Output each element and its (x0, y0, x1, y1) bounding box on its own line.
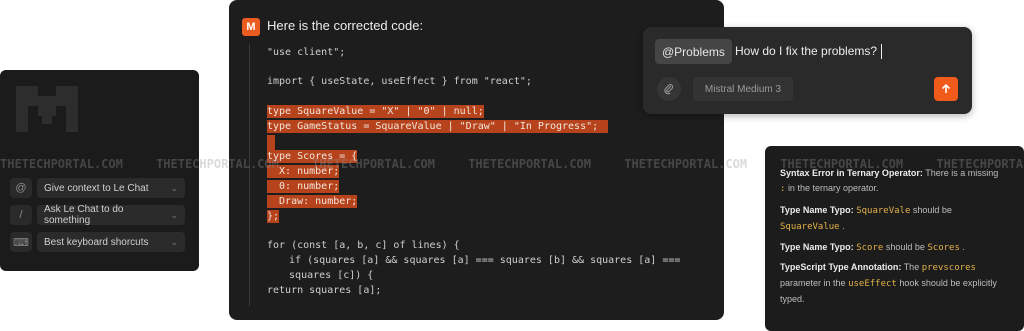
code-line: "use client"; (267, 47, 346, 58)
code-line-highlighted: type Scores = { (267, 150, 358, 163)
chevron-down-icon: ⌄ (170, 236, 178, 247)
attach-button[interactable] (657, 77, 681, 101)
ask-le-chat-button[interactable]: Ask Le Chat to do something ⌄ (37, 204, 185, 226)
error-text: There is a missing (925, 168, 999, 178)
model-selector[interactable]: Mistral Medium 3 (693, 77, 793, 101)
prompt-text: How do I fix the problems? (735, 44, 878, 58)
arrow-up-icon (941, 83, 951, 93)
at-key-icon: @ (10, 178, 32, 198)
code-line-highlighted: Draw: number; (267, 195, 358, 208)
ask-le-chat-label: Ask Le Chat to do something (44, 204, 124, 226)
error-text: should be (912, 205, 952, 215)
prompt-panel: @Problems How do I fix the problems? Mis… (643, 27, 972, 114)
keyboard-shortcuts-label: Best keyboard shorcuts (44, 236, 149, 248)
error-title: Type Name Typo: (780, 242, 854, 252)
code-line: for (const [a, b, c] of lines) { (267, 240, 460, 251)
error-text: The (903, 262, 920, 272)
error-text: in the ternary operator. (787, 183, 879, 193)
error-code: Score (856, 243, 884, 253)
chevron-down-icon: ⌄ (170, 182, 178, 193)
error-code: Scores (927, 243, 960, 253)
shortcut-row-context: @ Give context to Le Chat ⌄ (10, 177, 185, 199)
text-caret (881, 44, 883, 60)
paperclip-icon (664, 84, 674, 95)
prompt-input[interactable]: How do I fix the problems? (735, 44, 883, 60)
code-line-highlighted: 0: number; (267, 180, 340, 193)
keyboard-icon: ⌨ (10, 232, 32, 252)
error-item-squarevalue: Type Name Typo: SquareVale should be Squ… (780, 205, 952, 232)
error-code: SquareVale (856, 206, 911, 216)
error-title: TypeScript Type Annotation: (780, 262, 902, 272)
code-line-highlighted: type GameStatus = SquareValue | "Draw" |… (267, 120, 609, 133)
code-line-highlighted: }; (267, 210, 280, 223)
error-item-scores: Type Name Typo: Score should be Scores . (780, 242, 965, 253)
stage: @ Give context to Le Chat ⌄ / Ask Le Cha… (0, 0, 1024, 331)
slash-key-icon: / (10, 205, 32, 225)
code-line-highlighted: X: number; (267, 165, 340, 178)
error-title: Syntax Error in Ternary Operator: (780, 168, 923, 178)
code-line-highlighted (267, 135, 275, 150)
error-code: useEffect (848, 279, 897, 289)
error-code: SquareValue (780, 222, 840, 232)
error-title: Type Name Typo: (780, 205, 854, 215)
code-gutter-line (249, 44, 250, 306)
shortcuts-panel: @ Give context to Le Chat ⌄ / Ask Le Cha… (0, 70, 199, 271)
code-line: return squares [a]; (267, 285, 382, 296)
code-panel-title: Here is the corrected code: (267, 18, 424, 33)
shortcut-row-ask: / Ask Le Chat to do something ⌄ (10, 204, 185, 226)
error-code: : (780, 184, 786, 194)
error-text: should be (885, 242, 925, 252)
code-line: if (squares [a] && squares [a] === squar… (277, 255, 681, 266)
error-code: prevscores (921, 263, 976, 273)
give-context-label: Give context to Le Chat (44, 182, 149, 194)
give-context-button[interactable]: Give context to Le Chat ⌄ (37, 178, 185, 198)
code-line-highlighted: type SquareValue = "X" | "0" | null; (267, 105, 484, 118)
code-line: import { useState, useEffect } from "rea… (267, 76, 532, 87)
error-item-annotation: TypeScript Type Annotation: The prevscor… (780, 260, 1012, 307)
error-text: parameter in the (780, 278, 846, 288)
shortcut-row-keyboard: ⌨ Best keyboard shorcuts ⌄ (10, 231, 185, 253)
chevron-down-icon: ⌄ (170, 209, 178, 220)
errors-panel: Syntax Error in Ternary Operator: There … (765, 146, 1024, 331)
mistral-m-icon: M (242, 18, 260, 36)
keyboard-shortcuts-button[interactable]: Best keyboard shorcuts ⌄ (37, 232, 185, 252)
problems-mention-tag[interactable]: @Problems (655, 39, 732, 64)
error-item-ternary: Syntax Error in Ternary Operator: There … (780, 166, 1012, 197)
mistral-logo-icon (16, 86, 78, 132)
send-button[interactable] (934, 77, 958, 101)
code-line: squares [c]) { (277, 270, 374, 281)
